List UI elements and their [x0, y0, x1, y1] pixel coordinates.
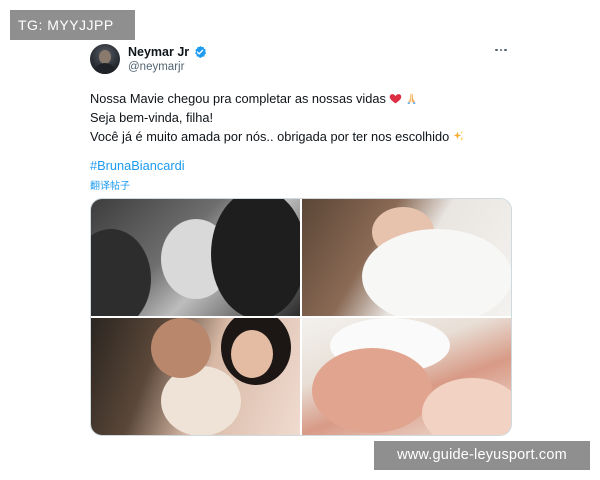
photo-2[interactable] — [302, 199, 511, 316]
media-grid[interactable] — [90, 198, 512, 436]
tweet-line-1: Nossa Mavie chegou pra completar as noss… — [90, 89, 465, 108]
author-name[interactable]: Neymar Jr — [128, 45, 189, 59]
author-avatar[interactable] — [90, 44, 120, 74]
photo-4[interactable] — [302, 318, 511, 435]
tweet-card[interactable]: Neymar Jr @neymarjr Nossa Mavie chegou p… — [90, 42, 512, 438]
author-handle[interactable]: @neymarjr — [128, 61, 184, 73]
photo-3[interactable] — [91, 318, 300, 435]
tweet-text: Nossa Mavie chegou pra completar as noss… — [90, 89, 465, 146]
folded-hands-icon — [407, 93, 416, 104]
tweet-line-1-text: Nossa Mavie chegou pra completar as noss… — [90, 91, 386, 106]
more-options-icon[interactable] — [492, 44, 510, 56]
hashtag-link[interactable]: #BrunaBiancardi — [90, 158, 185, 173]
tweet-line-3: Você já é muito amada por nós.. obrigada… — [90, 127, 465, 146]
tweet-line-2: Seja bem-vinda, filha! — [90, 108, 465, 127]
author-name-row[interactable]: Neymar Jr — [128, 45, 207, 59]
tweet-line-2-text: Seja bem-vinda, filha! — [90, 110, 214, 125]
top-watermark: TG: MYYJJPP — [10, 10, 135, 40]
bottom-watermark: www.guide-leyusport.com — [374, 441, 590, 470]
tweet-line-3-text: Você já é muito amada por nós.. obrigada… — [90, 129, 450, 144]
red-heart-icon — [389, 94, 402, 104]
translate-post-link[interactable]: 翻译帖子 — [90, 177, 130, 192]
sparkles-icon — [453, 131, 464, 141]
verified-badge-icon — [195, 45, 207, 59]
photo-1[interactable] — [91, 199, 300, 316]
